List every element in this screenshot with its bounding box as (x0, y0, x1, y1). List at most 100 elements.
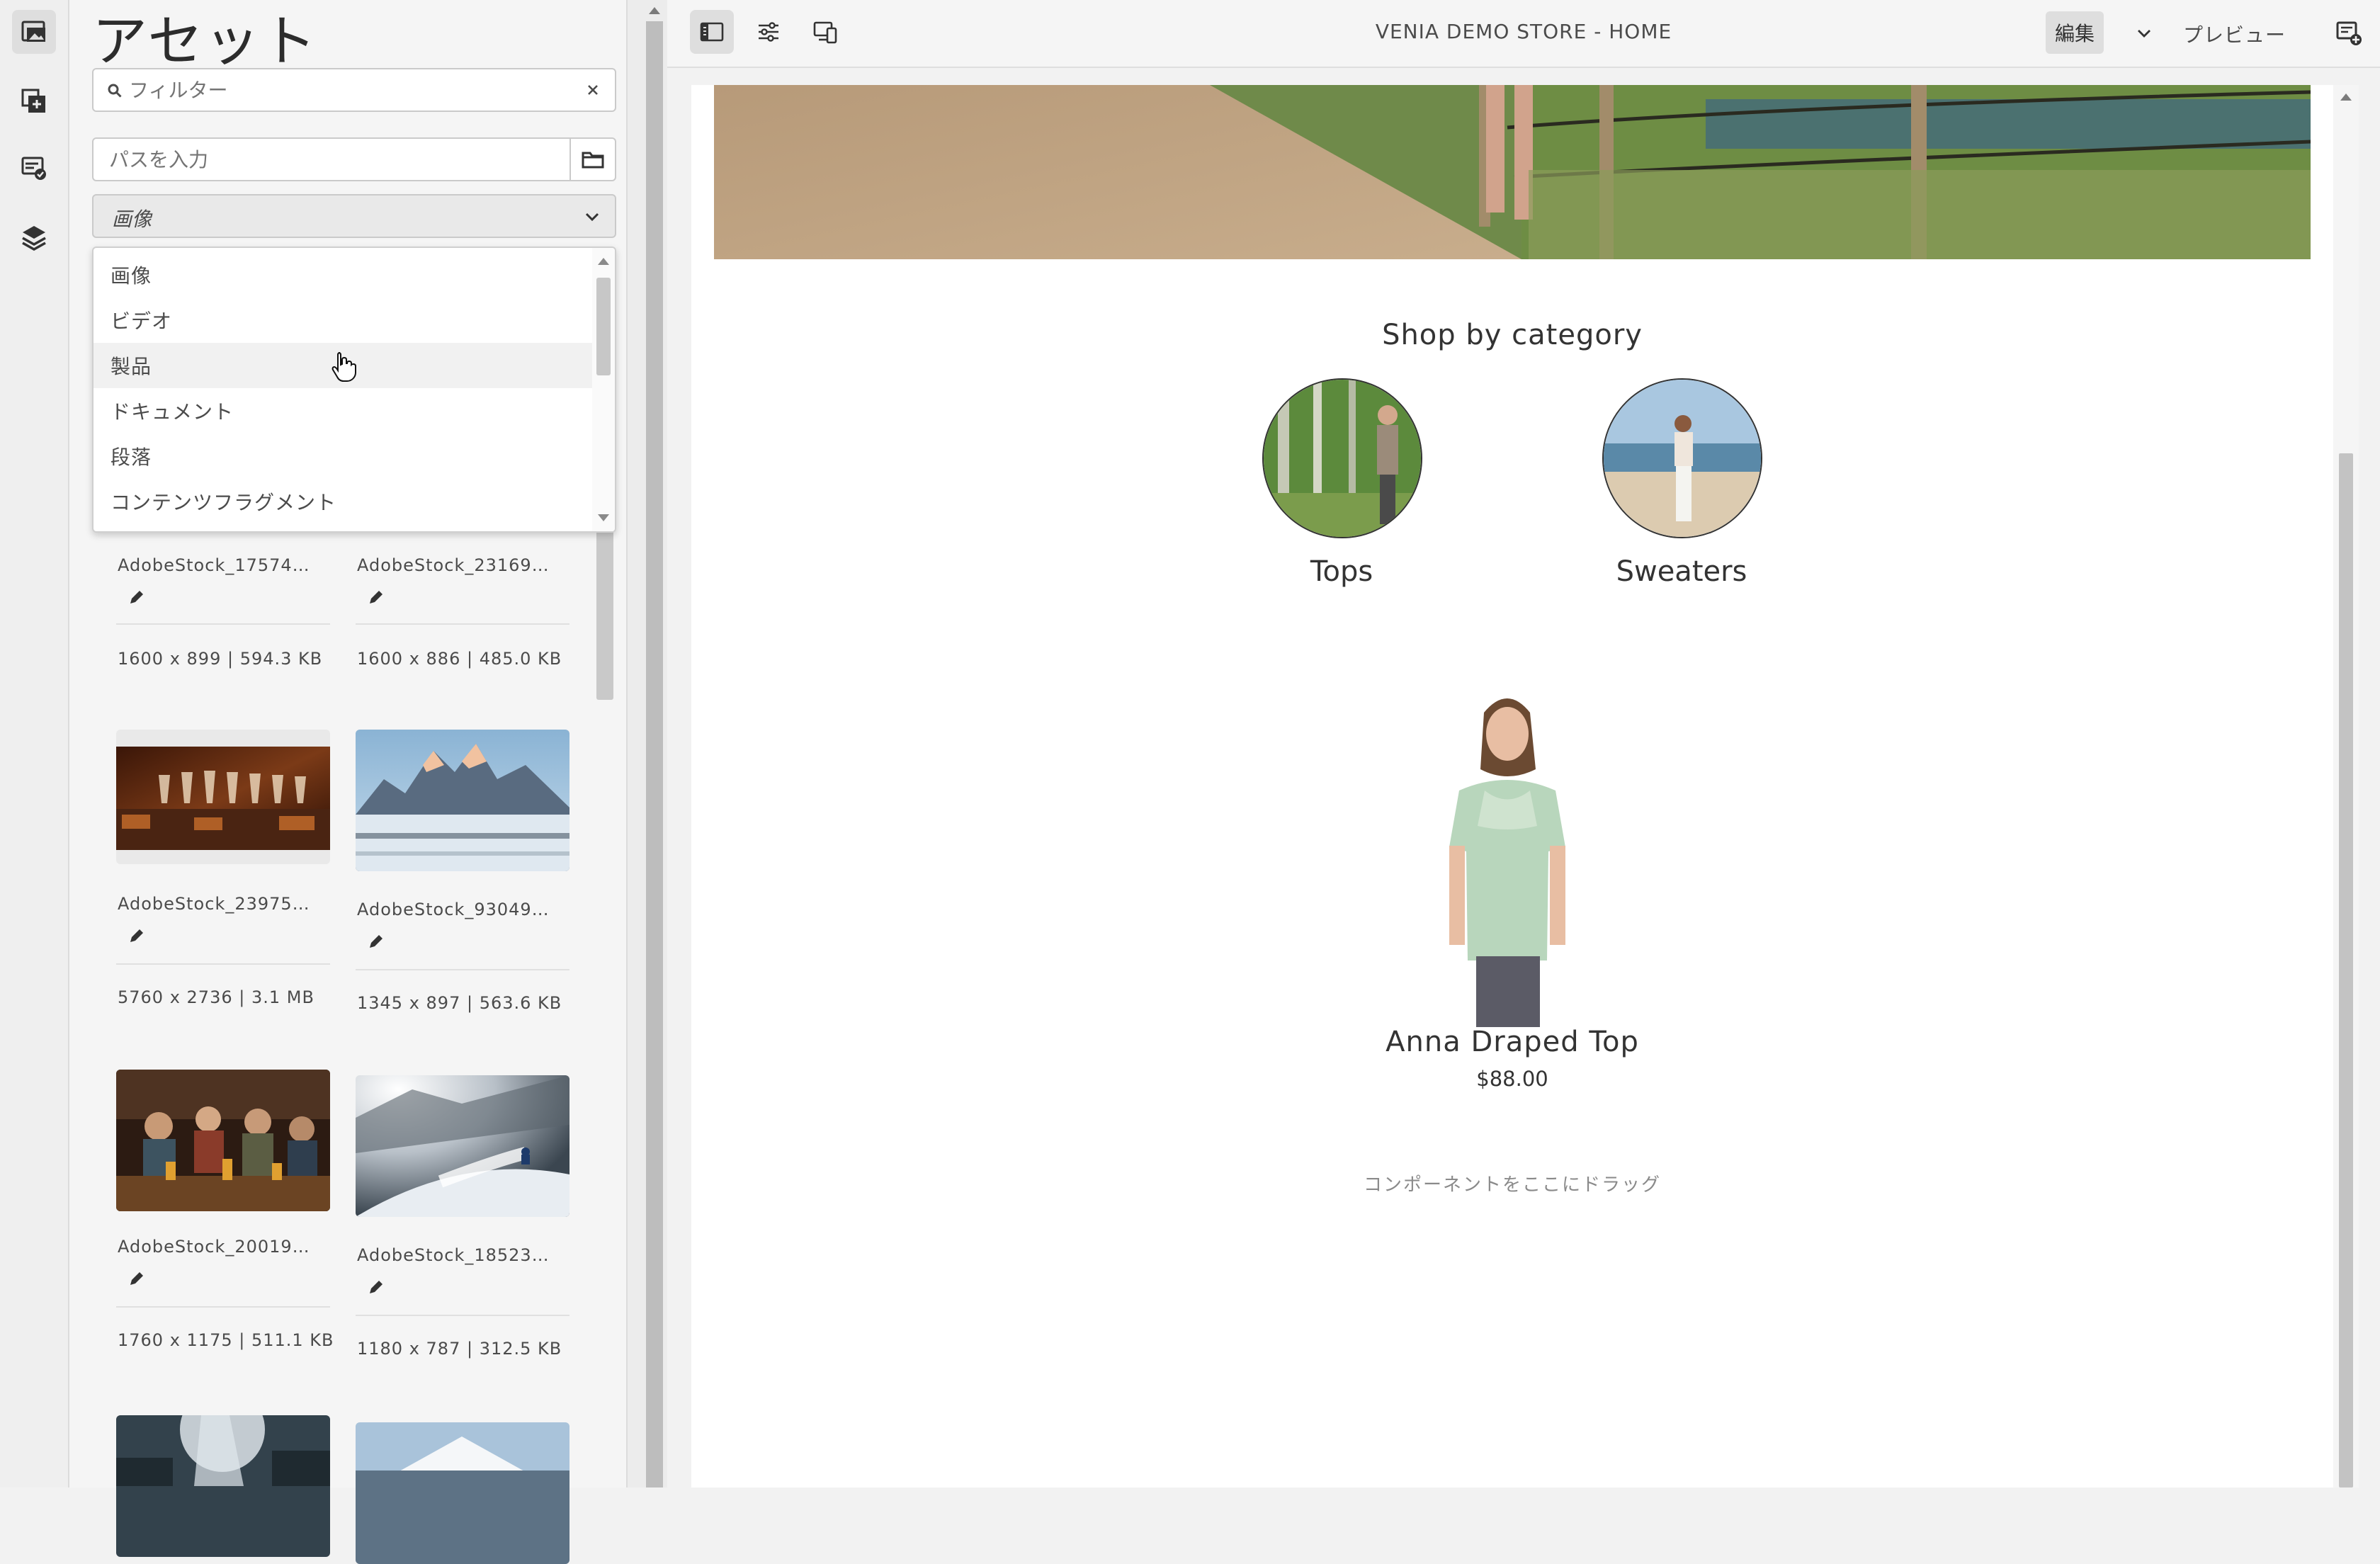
mountain-image (356, 730, 570, 871)
search-field (92, 68, 616, 112)
page-scroll-thumb[interactable] (2339, 453, 2353, 1488)
product-image[interactable] (1417, 684, 1598, 1027)
path-field (92, 137, 616, 181)
asset-meta: 1600 x 886 | 485.0 KB (357, 649, 562, 669)
scroll-down-icon[interactable] (598, 514, 609, 521)
forest-woman-image (1264, 380, 1421, 537)
asset-meta: 1345 x 897 | 563.6 KB (357, 993, 562, 1013)
side-panel: アセット 画像 画像 ビデオ 製品 ドキュメント (69, 0, 626, 1564)
card-divider (356, 623, 570, 625)
asset-name: AdobeStock_20019… (118, 1237, 310, 1257)
assets-finder-button[interactable] (12, 10, 56, 54)
asset-name: AdobeStock_23169… (357, 555, 550, 575)
pub-friends-image (116, 1070, 330, 1211)
layers-icon (22, 226, 46, 251)
edit-icon[interactable] (128, 1269, 146, 1288)
asset-type-dropdown: 画像 ビデオ 製品 ドキュメント 段落 コンテンツフラグメント (92, 246, 616, 533)
category-label-tops[interactable]: Tops (1200, 555, 1483, 588)
layers-button[interactable] (12, 215, 56, 259)
asset-card[interactable]: AdobeStock_93049… 1345 x 897 | 563.6 KB (356, 730, 570, 1013)
editor-toolbar: VENIA DEMO STORE - HOME 編集 プレビュー (667, 0, 2380, 68)
asset-thumbnail (116, 730, 330, 864)
dropdown-option-video[interactable]: ビデオ (94, 298, 594, 343)
dropdown-option-paragraph[interactable]: 段落 (94, 434, 594, 479)
browse-path-button[interactable] (570, 139, 615, 180)
card-divider (116, 623, 330, 625)
asset-card[interactable]: AdobeStock_18523… 1180 x 787 | 312.5 KB (356, 1075, 570, 1359)
content-tree-button[interactable] (12, 146, 56, 190)
asset-name: AdobeStock_93049… (357, 900, 550, 919)
page-title: VENIA DEMO STORE - HOME (1375, 20, 1672, 43)
category-sweaters-image[interactable] (1602, 378, 1762, 538)
asset-name: AdobeStock_18523… (357, 1245, 550, 1265)
product-price: $88.00 (1476, 1067, 1548, 1091)
asset-meta: 1600 x 899 | 594.3 KB (118, 649, 323, 669)
components-icon (21, 89, 45, 113)
panel-scroll-thumb[interactable] (646, 21, 663, 1488)
asset-thumbnail (116, 1070, 330, 1211)
components-button[interactable] (12, 79, 56, 123)
asset-thumbnail (356, 730, 570, 871)
asset-card[interactable]: AdobeStock_20019… 1760 x 1175 | 511.1 KB (116, 1070, 334, 1350)
close-icon (588, 85, 598, 95)
asset-name: AdobeStock_23975… (118, 894, 310, 914)
chevron-down-icon (585, 212, 599, 222)
asset-meta: 1760 x 1175 | 511.1 KB (118, 1330, 334, 1350)
mountain-lake-image (356, 1422, 570, 1564)
scroll-up-icon[interactable] (2340, 94, 2352, 101)
edit-icon[interactable] (367, 1278, 385, 1296)
dropdown-option-image[interactable]: 画像 (94, 252, 594, 298)
waterfall-image (116, 1415, 330, 1557)
dropdown-scrollbar[interactable] (592, 248, 615, 531)
edit-icon[interactable] (128, 588, 146, 606)
skier-image (356, 1075, 570, 1217)
assets-icon (21, 21, 45, 42)
card-divider (356, 1315, 570, 1316)
clear-search-button[interactable] (581, 78, 605, 102)
card-divider (116, 1306, 330, 1308)
asset-meta: 5760 x 2736 | 3.1 MB (118, 987, 314, 1007)
dropdown-option-content-fragment[interactable]: コンテンツフラグメント (94, 479, 594, 524)
panel-title: アセット (92, 10, 318, 74)
asset-name: AdobeStock_17574… (118, 555, 310, 575)
page-scrollbar[interactable] (2333, 85, 2359, 1488)
edit-icon[interactable] (367, 932, 385, 951)
path-input[interactable] (108, 139, 575, 180)
edit-icon[interactable] (128, 926, 146, 945)
search-input[interactable] (128, 69, 581, 110)
wine-glasses-image (116, 747, 330, 850)
side-rail (0, 0, 69, 1488)
scroll-up-icon[interactable] (649, 7, 660, 14)
product-name[interactable]: Anna Draped Top (691, 1026, 2333, 1058)
category-label-sweaters[interactable]: Sweaters (1540, 555, 1823, 588)
beach-woman-image (1604, 380, 1761, 537)
scroll-up-icon[interactable] (598, 258, 609, 265)
asset-meta: 1180 x 787 | 312.5 KB (357, 1339, 562, 1359)
card-divider (116, 963, 330, 965)
chevron-down-icon[interactable] (2132, 21, 2156, 45)
asset-thumbnail (356, 1422, 570, 1564)
asset-type-select[interactable]: 画像 (92, 194, 616, 238)
content-tree-icon (21, 157, 46, 180)
asset-card[interactable]: AdobeStock_23975… 5760 x 2736 | 3.1 MB (116, 730, 330, 1007)
category-tops-image[interactable] (1262, 378, 1422, 538)
asset-card[interactable] (116, 1415, 330, 1557)
edit-icon[interactable] (367, 588, 385, 606)
component-drop-zone[interactable]: コンポーネントをここにドラッグ (691, 1170, 2333, 1196)
asset-card[interactable] (356, 1422, 570, 1564)
mode-edit-button[interactable]: 編集 (2046, 11, 2104, 54)
hero-image (714, 85, 2311, 259)
dropdown-scroll-thumb[interactable] (596, 278, 611, 375)
folder-icon (582, 152, 604, 169)
section-heading: Shop by category (1382, 319, 1643, 351)
hero-banner[interactable] (714, 85, 2311, 259)
preview-button[interactable]: プレビュー (2183, 20, 2286, 48)
asset-thumbnail (356, 1075, 570, 1217)
asset-thumbnail (116, 1415, 330, 1557)
page-canvas: Shop by category Tops Sweaters Anna Drap… (691, 85, 2333, 1488)
dropdown-option-document[interactable]: ドキュメント (94, 388, 594, 434)
hand-cursor-icon (332, 352, 356, 382)
card-divider (356, 969, 570, 970)
annotations-icon[interactable] (2335, 18, 2363, 47)
panel-scrollbar[interactable] (626, 0, 667, 1488)
